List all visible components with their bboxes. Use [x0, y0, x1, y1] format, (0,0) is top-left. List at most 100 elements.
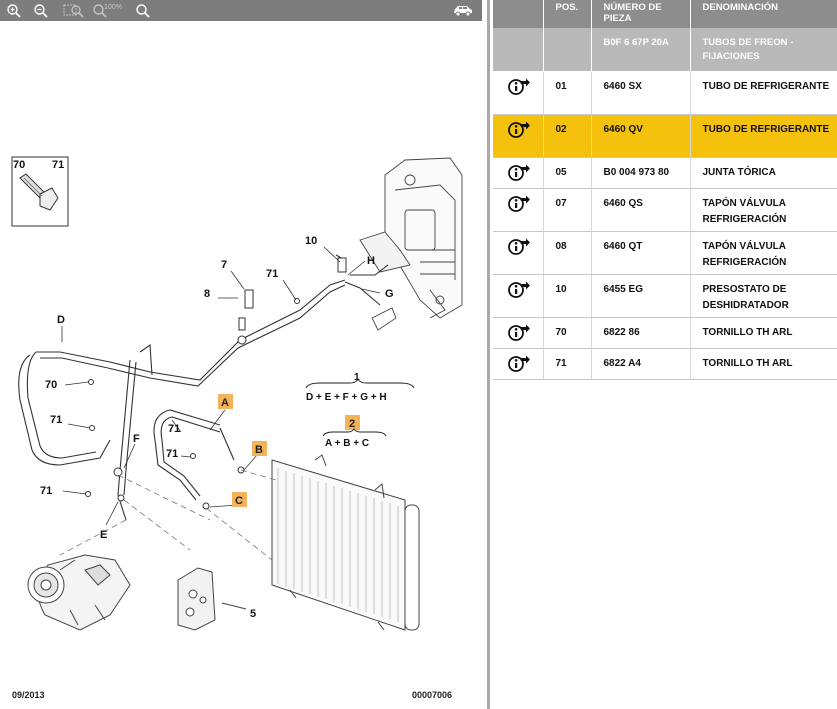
info-link-icon[interactable] — [507, 121, 531, 142]
row-denomination: TUBO DE REFRIGERANTE — [690, 71, 837, 115]
header-icon-col — [493, 0, 544, 28]
diagram-date: 09/2013 — [12, 690, 45, 700]
row-icon-cell[interactable] — [493, 71, 544, 115]
parts-table-pane: POS. NÚMERO DE PIEZA DENOMINACIÓN B0F 6 … — [493, 0, 837, 709]
zoom-100-icon[interactable]: 100% — [91, 0, 123, 21]
header-part-number: NÚMERO DE PIEZA — [591, 0, 691, 28]
row-icon-cell[interactable] — [493, 231, 544, 275]
table-row[interactable]: 70 6822 86 TORNILLO TH ARL — [493, 317, 837, 349]
callout-70-box: 70 — [13, 159, 25, 171]
row-icon-cell[interactable] — [493, 188, 544, 232]
subheader-part-number: B0F 6 67P 20A — [591, 28, 691, 72]
table-row[interactable]: 05 B0 004 973 80 JUNTA TÓRICA — [493, 157, 837, 189]
table-row[interactable]: 08 6460 QT TAPÓN VÁLVULA REFRIGERACIÓN — [493, 231, 837, 275]
row-denomination: TAPÓN VÁLVULA REFRIGERACIÓN — [690, 188, 837, 232]
row-part-number: 6460 SX — [591, 71, 691, 115]
callout-71-b: 71 — [50, 414, 62, 426]
row-denomination: TORNILLO TH ARL — [690, 317, 837, 349]
callout-5: 5 — [250, 608, 256, 620]
row-pos: 07 — [543, 188, 592, 232]
info-link-icon[interactable] — [507, 355, 531, 376]
row-part-number: 6460 QV — [591, 114, 691, 158]
screw-detail-icon — [19, 173, 59, 211]
parts-table: POS. NÚMERO DE PIEZA DENOMINACIÓN B0F 6 … — [493, 0, 837, 380]
condenser-unit — [271, 454, 420, 631]
row-denomination: TAPÓN VÁLVULA REFRIGERACIÓN — [690, 231, 837, 275]
zoom-area-icon[interactable] — [60, 0, 87, 21]
callout-g: G — [385, 288, 394, 300]
diagram-toolbar: 100% — [0, 0, 482, 21]
box-label-b: B — [255, 444, 263, 456]
info-link-icon[interactable] — [507, 238, 531, 259]
compressor-unit — [27, 554, 131, 631]
row-pos: 71 — [543, 348, 592, 380]
row-icon-cell[interactable] — [493, 274, 544, 318]
callout-71-box: 71 — [52, 159, 64, 171]
formula-2-text: A + B + C — [325, 438, 369, 449]
table-row[interactable]: 07 6460 QS TAPÓN VÁLVULA REFRIGERACIÓN — [493, 188, 837, 232]
row-icon-cell[interactable] — [493, 348, 544, 380]
row-part-number: 6455 EG — [591, 274, 691, 318]
hvac-unit — [359, 157, 463, 331]
info-link-icon[interactable] — [507, 164, 531, 185]
zoom-out-icon[interactable] — [27, 0, 54, 21]
zoom-reset-icon[interactable] — [129, 0, 156, 21]
subheader-denomination: TUBOS DE FREON - FIJACIONES — [690, 28, 837, 72]
box-label-c: C — [235, 495, 243, 507]
table-row[interactable]: 71 6822 A4 TORNILLO TH ARL — [493, 348, 837, 380]
seal-kit-part — [177, 567, 247, 631]
row-pos: 70 — [543, 317, 592, 349]
diagram-reference: 00007006 — [412, 690, 453, 700]
header-denomination: DENOMINACIÓN — [690, 0, 837, 28]
row-part-number: B0 004 973 80 — [591, 157, 691, 189]
table-subheader-row: B0F 6 67P 20A TUBOS DE FREON - FIJACIONE… — [493, 28, 837, 72]
callout-7: 7 — [221, 259, 227, 271]
row-pos: 02 — [543, 114, 592, 158]
callout-8: 8 — [204, 288, 210, 300]
table-header-row: POS. NÚMERO DE PIEZA DENOMINACIÓN — [493, 0, 837, 28]
row-part-number: 6822 A4 — [591, 348, 691, 380]
info-link-icon[interactable] — [507, 324, 531, 345]
row-icon-cell[interactable] — [493, 157, 544, 189]
callout-e: E — [100, 529, 107, 541]
callout-71-a: 71 — [266, 268, 278, 280]
diagram-pane: 100% 70 71 10 H 7 71 8 G D 70 71 F 71 71… — [0, 0, 482, 709]
row-pos: 01 — [543, 71, 592, 115]
table-row[interactable]: 10 6455 EG PRESOSTATO DE DESHIDRATADOR — [493, 274, 837, 318]
formula-2-number: 2 — [349, 418, 355, 430]
callout-d: D — [57, 314, 65, 326]
subheader-icon-cell — [493, 28, 544, 72]
info-link-icon[interactable] — [507, 78, 531, 99]
row-pos: 10 — [543, 274, 592, 318]
row-denomination: JUNTA TÓRICA — [690, 157, 837, 189]
formula-1-text: D + E + F + G + H — [306, 392, 387, 403]
car-icon[interactable] — [452, 2, 474, 23]
row-pos: 05 — [543, 157, 592, 189]
row-denomination: TUBO DE REFRIGERANTE — [690, 114, 837, 158]
box-label-a: A — [221, 397, 229, 409]
row-icon-cell[interactable] — [493, 114, 544, 158]
row-pos: 08 — [543, 231, 592, 275]
header-pos: POS. — [543, 0, 592, 28]
subheader-pos-cell — [543, 28, 592, 72]
parts-diagram: 70 71 10 H 7 71 8 G D 70 71 F 71 71 71 E… — [11, 156, 463, 631]
row-part-number: 6460 QS — [591, 188, 691, 232]
zoom-100-label: 100% — [104, 4, 122, 11]
table-row[interactable]: 01 6460 SX TUBO DE REFRIGERANTE — [493, 71, 837, 115]
info-link-icon[interactable] — [507, 281, 531, 302]
row-denomination: PRESOSTATO DE DESHIDRATADOR — [690, 274, 837, 318]
table-row[interactable]: 02 6460 QV TUBO DE REFRIGERANTE — [493, 114, 837, 158]
formula-1-number: 1 — [354, 372, 360, 383]
zoom-in-icon[interactable] — [0, 0, 27, 21]
callout-71-e: 71 — [40, 485, 52, 497]
callout-71-c: 71 — [168, 423, 180, 435]
row-denomination: TORNILLO TH ARL — [690, 348, 837, 380]
info-link-icon[interactable] — [507, 195, 531, 216]
callout-h: H — [367, 255, 375, 267]
callout-70: 70 — [45, 379, 57, 391]
row-icon-cell[interactable] — [493, 317, 544, 349]
callout-f: F — [133, 433, 140, 445]
callout-71-d: 71 — [166, 448, 178, 460]
row-part-number: 6460 QT — [591, 231, 691, 275]
callout-10: 10 — [305, 235, 317, 247]
